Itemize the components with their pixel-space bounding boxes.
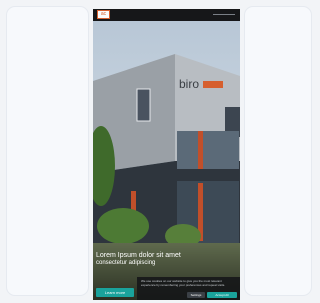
cookie-text: We use cookies on our website to give yo…: [141, 280, 226, 287]
menu-icon[interactable]: [213, 14, 235, 15]
brand-logo-icon[interactable]: ac: [97, 10, 110, 19]
bushes: [97, 208, 149, 244]
building-sign: biro: [179, 77, 199, 91]
cookie-banner: We use cookies on our website to give yo…: [137, 277, 240, 300]
hero-cta-button[interactable]: Learn more: [96, 288, 134, 297]
left-preview-card[interactable]: [6, 6, 89, 296]
window-band-middle: [177, 131, 239, 169]
hero-caption: Lorem Ipsum dolor sit amet consectetur a…: [96, 252, 196, 266]
hero-caption-line2: consectetur adipiscing: [96, 259, 156, 266]
cookie-accept-button[interactable]: Accept All: [207, 292, 237, 298]
right-preview-card[interactable]: [244, 6, 312, 296]
window-upper: [136, 88, 151, 122]
orange-panel-1: [198, 131, 203, 169]
mobile-page-preview: ac biro Lorem Ipsum dolor sit amet conse…: [93, 9, 240, 300]
top-bar: ac: [93, 9, 240, 21]
building-sign-accent: [203, 81, 223, 88]
hero-caption-line1: Lorem Ipsum dolor sit amet: [96, 252, 181, 259]
cookie-settings-button[interactable]: Settings: [187, 292, 205, 298]
